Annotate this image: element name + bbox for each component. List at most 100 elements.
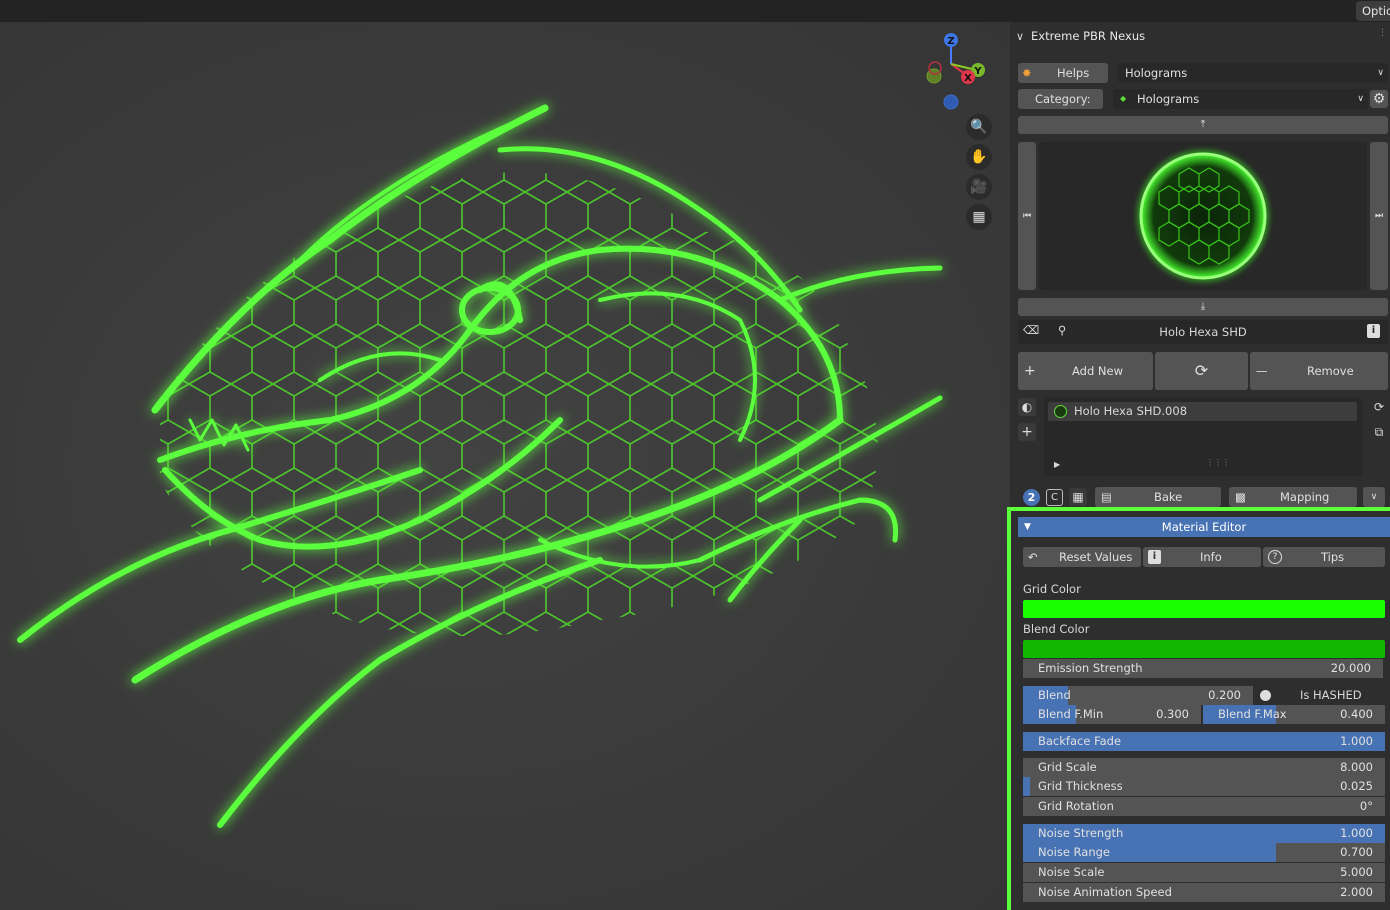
scroll-bottom-button[interactable]: ⤓ <box>1018 298 1388 316</box>
grid-scale-field[interactable]: Grid Scale 8.000 <box>1023 758 1385 777</box>
noise-range-label: Noise Range <box>1038 845 1111 859</box>
blend-fmax-value: 0.400 <box>1340 707 1373 721</box>
blend-fmin-slider[interactable]: Blend F.Min 0.300 <box>1023 705 1201 724</box>
expand-arrow-icon[interactable]: ▶ <box>1054 460 1060 469</box>
pan-hand-icon[interactable]: ✋ <box>966 144 992 170</box>
navigation-gizmo[interactable]: Z Y X <box>910 30 990 120</box>
info-icon: i <box>1148 550 1161 564</box>
backface-fade-value: 1.000 <box>1340 734 1373 748</box>
prev-preview-button[interactable]: ⏮ <box>1018 142 1036 290</box>
grid-color-label: Grid Color <box>1023 582 1081 596</box>
badge-letter[interactable]: C <box>1046 489 1063 506</box>
gear-icon[interactable]: ⚙ <box>1370 90 1388 108</box>
grid-scale-label: Grid Scale <box>1038 760 1097 774</box>
copy-icon[interactable]: ⧉ <box>1370 423 1388 441</box>
helps-button[interactable]: ✸ Helps <box>1018 63 1108 83</box>
emission-strength-label: Emission Strength <box>1038 661 1143 675</box>
3d-viewport[interactable]: Z Y X 🔍 ✋ 🎥 ▦ <box>0 22 1010 910</box>
drag-grip-icon[interactable]: ⋮⋮ <box>1378 28 1390 38</box>
grid-color-swatch[interactable] <box>1023 600 1385 618</box>
category-label-box: Category: <box>1018 89 1103 109</box>
blend-value: 0.200 <box>1208 688 1241 702</box>
info-icon[interactable]: i <box>1367 324 1380 338</box>
noise-scale-label: Noise Scale <box>1038 865 1105 879</box>
mapping-button[interactable]: ▩ Mapping <box>1229 487 1357 507</box>
zoom-icon[interactable]: 🔍 <box>966 114 992 140</box>
noise-range-value: 0.700 <box>1340 845 1373 859</box>
material-ball-icon <box>1054 405 1067 418</box>
more-dropdown-button[interactable]: ∨ <box>1363 487 1385 507</box>
options-button[interactable]: Options <box>1356 1 1390 21</box>
grid-projection-icon[interactable]: ▦ <box>966 204 992 230</box>
grid-rotation-field[interactable]: Grid Rotation 0° <box>1023 797 1385 816</box>
grid-thickness-slider[interactable]: Grid Thickness 0.025 <box>1023 777 1385 796</box>
material-slot-item[interactable]: Holo Hexa SHD.008 <box>1048 402 1357 421</box>
remove-button[interactable]: — Remove <box>1250 352 1388 390</box>
grid-thickness-value: 0.025 <box>1340 779 1373 793</box>
plus-icon: + <box>1024 363 1036 379</box>
helps-label: Helps <box>1057 66 1090 80</box>
reset-values-label: Reset Values <box>1059 550 1133 564</box>
checker-icon[interactable]: ▦ <box>1069 488 1087 506</box>
fire-icon: ✸ <box>1022 66 1032 80</box>
add-new-button[interactable]: + Add New <box>1018 352 1153 390</box>
chevron-down-icon: ∨ <box>1357 94 1364 104</box>
material-slot-list[interactable]: Holo Hexa SHD.008 ▶ ⋮⋮⋮ <box>1044 398 1362 476</box>
search-bar[interactable]: ⌫ ⚲ Holo Hexa SHD i <box>1018 320 1388 344</box>
resize-grip-icon[interactable]: ⋮⋮⋮ <box>1206 458 1230 467</box>
helps-dropdown[interactable]: Holograms ∨ <box>1118 63 1388 83</box>
badge-number[interactable]: 2 <box>1023 489 1040 506</box>
blend-fmin-value: 0.300 <box>1156 707 1189 721</box>
info-button[interactable]: i Info <box>1143 547 1261 567</box>
tips-button[interactable]: ? Tips <box>1263 547 1385 567</box>
bake-icon: ▤ <box>1101 490 1112 504</box>
sync-icon[interactable]: ⟳ <box>1370 398 1388 416</box>
grid-thickness-label: Grid Thickness <box>1038 779 1123 793</box>
refresh-button[interactable]: ⟳ <box>1155 352 1248 390</box>
noise-strength-slider[interactable]: Noise Strength 1.000 <box>1023 824 1385 843</box>
add-new-label: Add New <box>1072 364 1124 378</box>
chevron-down-icon: ∨ <box>1377 68 1384 78</box>
blend-fmax-label: Blend F.Max <box>1218 707 1287 721</box>
noise-strength-label: Noise Strength <box>1038 826 1124 840</box>
hex-sphere-thumbnail <box>1137 150 1269 282</box>
grid-rotation-value: 0° <box>1359 799 1373 813</box>
gizmo-x-label: X <box>964 73 972 84</box>
next-preview-button[interactable]: ⏭ <box>1370 142 1388 290</box>
noise-animation-speed-field[interactable]: Noise Animation Speed 2.000 <box>1023 883 1385 902</box>
blend-color-swatch[interactable] <box>1023 640 1385 658</box>
panel-title[interactable]: Extreme PBR Nexus <box>1031 29 1145 43</box>
noise-scale-field[interactable]: Noise Scale 5.000 <box>1023 863 1385 882</box>
add-slot-icon[interactable]: + <box>1018 423 1036 441</box>
mapping-label: Mapping <box>1280 490 1330 504</box>
noise-animation-speed-label: Noise Animation Speed <box>1038 885 1172 899</box>
noise-strength-value: 1.000 <box>1340 826 1373 840</box>
category-dropdown[interactable]: ◆ Holograms ∨ <box>1113 89 1368 109</box>
blend-slider[interactable]: Blend 0.200 <box>1023 686 1253 705</box>
scroll-top-button[interactable]: ⤒ <box>1018 116 1388 134</box>
noise-range-slider[interactable]: Noise Range 0.700 <box>1023 843 1385 862</box>
minus-icon: — <box>1256 364 1268 378</box>
material-editor-header[interactable]: ▼ Material Editor <box>1018 517 1390 537</box>
bake-button[interactable]: ▤ Bake <box>1095 487 1221 507</box>
material-sphere-icon[interactable]: ◐ <box>1018 398 1036 416</box>
backface-fade-label: Backface Fade <box>1038 734 1122 748</box>
camera-icon[interactable]: 🎥 <box>966 174 992 200</box>
backface-fade-slider[interactable]: Backface Fade 1.000 <box>1023 732 1385 751</box>
undo-icon: ↶ <box>1028 550 1038 564</box>
noise-scale-value: 5.000 <box>1340 865 1373 879</box>
tips-label: Tips <box>1321 550 1345 564</box>
category-label: Category: <box>1035 92 1091 106</box>
gizmo-z-label: Z <box>947 36 954 47</box>
is-hashed-checkbox[interactable]: Is HASHED <box>1255 686 1385 705</box>
collapse-chevron-icon[interactable]: ∨ <box>1016 30 1024 43</box>
reset-values-button[interactable]: ↶ Reset Values <box>1023 547 1141 567</box>
blend-fmax-slider[interactable]: Blend F.Max 0.400 <box>1203 705 1385 724</box>
question-icon: ? <box>1268 550 1282 564</box>
material-slot-name: Holo Hexa SHD.008 <box>1074 404 1188 418</box>
top-bar: Options <box>0 0 1390 22</box>
emission-strength-field[interactable]: Emission Strength 20.000 <box>1023 659 1383 678</box>
grid-scale-value: 8.000 <box>1340 760 1373 774</box>
material-preview[interactable] <box>1039 142 1367 290</box>
mapping-icon: ▩ <box>1235 490 1246 504</box>
